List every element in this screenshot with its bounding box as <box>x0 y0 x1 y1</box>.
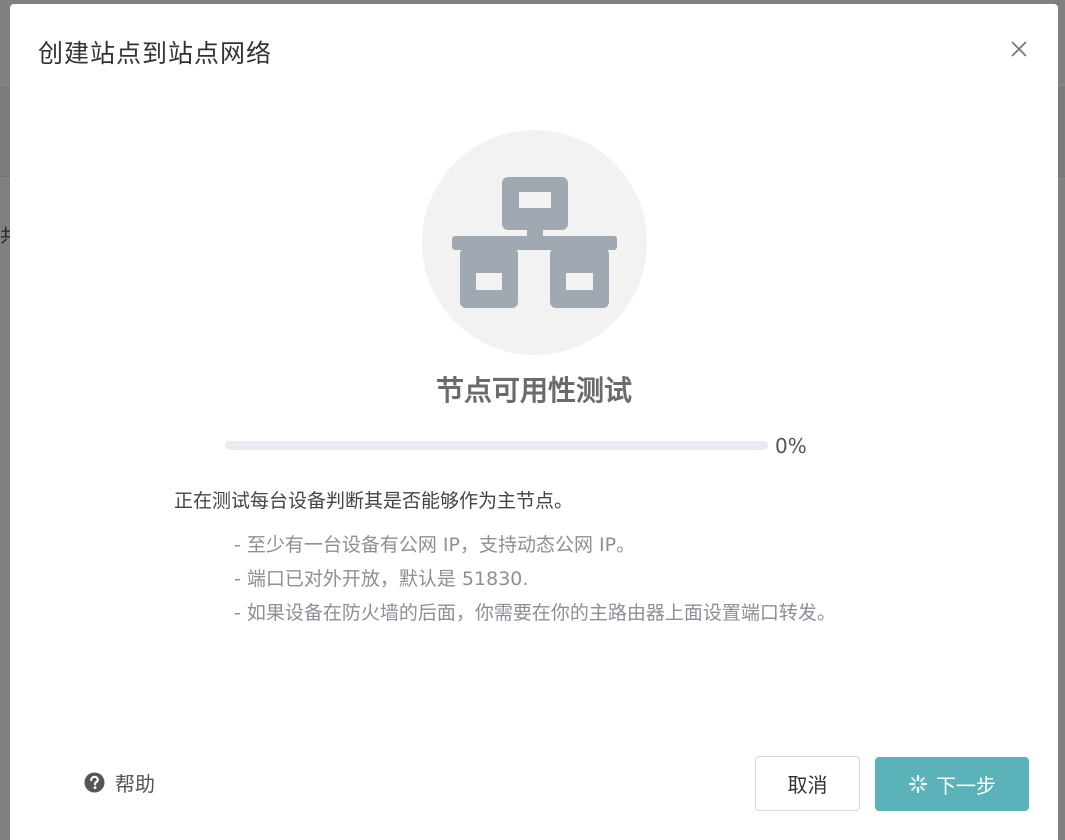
close-button[interactable] <box>1004 34 1034 64</box>
requirement-item: - 如果设备在防火墙的后面，你需要在你的主路由器上面设置端口转发。 <box>234 602 836 624</box>
next-label: 下一步 <box>936 773 996 798</box>
help-label: 帮助 <box>115 772 155 796</box>
illustration-circle <box>422 130 647 355</box>
question-circle-icon <box>84 772 105 793</box>
close-icon <box>1011 41 1027 57</box>
step-title: 节点可用性测试 <box>435 374 632 407</box>
dialog-title: 创建站点到站点网络 <box>38 39 273 68</box>
requirements-list: - 至少有一台设备有公网 IP，支持动态公网 IP。 - 端口已对外开放，默认是… <box>234 534 874 636</box>
create-network-dialog: 创建站点到站点网络 节点可用性测试 0% 正在测试每台设备判断其是否能够作为主节… <box>10 4 1058 840</box>
network-icon <box>452 177 617 308</box>
test-description: 正在测试每台设备判断其是否能够作为主节点。 <box>174 490 574 512</box>
loading-spinner-icon <box>908 774 928 794</box>
next-button[interactable]: 下一步 <box>875 757 1029 811</box>
requirement-item: - 端口已对外开放，默认是 51830. <box>234 568 529 590</box>
help-link[interactable]: 帮助 <box>84 768 155 797</box>
requirement-item: - 至少有一台设备有公网 IP，支持动态公网 IP。 <box>234 534 636 556</box>
cancel-button[interactable]: 取消 <box>755 756 860 811</box>
progress-percent: 0% <box>775 434 807 458</box>
progress-bar <box>225 441 768 450</box>
